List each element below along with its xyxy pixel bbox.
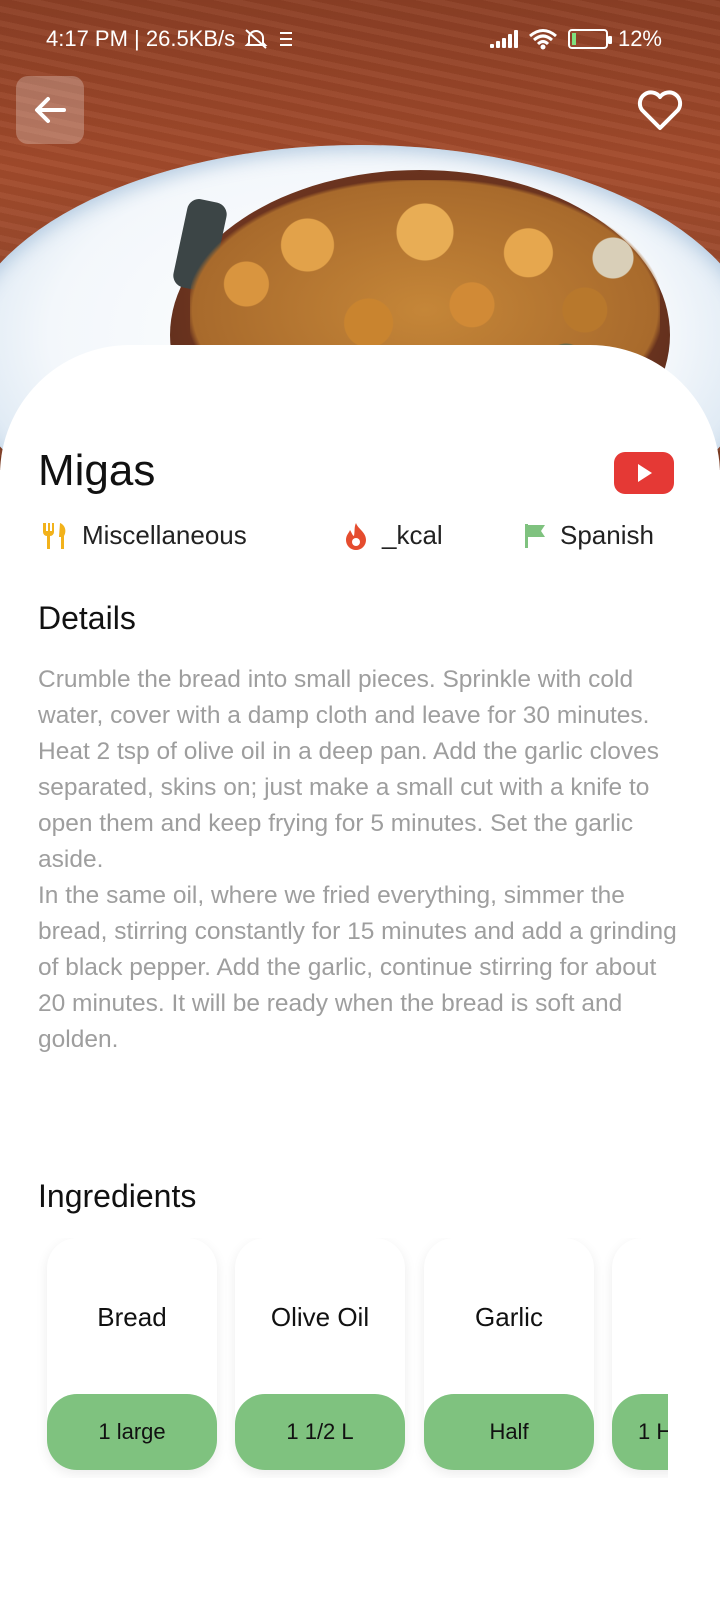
alarm-off-icon	[244, 29, 268, 49]
flag-icon	[525, 523, 545, 548]
category-label: Miscellaneous	[82, 520, 247, 550]
ingredient-measure: 1 H	[612, 1394, 668, 1470]
wifi-icon	[528, 29, 557, 50]
battery-percentage: 12%	[617, 26, 662, 51]
battery-icon	[567, 29, 612, 49]
details-text: Crumble the bread into small pieces. Spr…	[38, 666, 677, 1053]
calories-label: _kcal	[382, 520, 443, 550]
ingredient-card[interactable]: Olive Oil 1 1/2 L	[235, 1238, 405, 1470]
ingredients-list[interactable]: Bread 1 large Olive Oil 1 1/2 L Garlic H…	[0, 1238, 668, 1478]
category-info: Miscellaneous	[40, 520, 247, 551]
ingredient-card[interactable]: Bread 1 large	[47, 1238, 217, 1470]
youtube-play-icon	[638, 464, 652, 482]
youtube-button[interactable]	[614, 452, 674, 494]
cellular-signal-icon	[489, 30, 518, 48]
calories-info: _kcal	[342, 520, 443, 551]
sync-icon	[280, 32, 293, 46]
ingredient-card[interactable]: 1 H	[612, 1238, 668, 1470]
recipe-title: Migas	[38, 446, 156, 495]
ingredients-heading: Ingredients	[38, 1178, 197, 1214]
arrow-left-icon	[35, 97, 66, 123]
ingredient-measure: 1 1/2 L	[235, 1394, 405, 1470]
ingredient-name: Garlic	[475, 1302, 543, 1332]
ingredient-measure: Half	[424, 1394, 594, 1470]
area-info: Spanish	[522, 520, 654, 551]
fork-knife-icon	[43, 522, 66, 549]
favorite-button[interactable]	[634, 84, 686, 136]
status-bar: 4:17 PM | 26.5KB/s 12%	[0, 0, 720, 80]
status-time: 4:17 PM | 26.5KB/s	[46, 26, 236, 51]
flame-icon	[346, 522, 366, 550]
area-label: Spanish	[560, 520, 654, 550]
ingredient-card[interactable]: Garlic Half	[424, 1238, 594, 1470]
heart-outline-icon	[637, 90, 683, 130]
back-button[interactable]	[16, 76, 84, 144]
details-heading: Details	[38, 600, 136, 636]
ingredient-name: Bread	[97, 1302, 167, 1332]
ingredient-name: Olive Oil	[270, 1302, 370, 1332]
ingredient-measure: 1 large	[47, 1394, 217, 1470]
